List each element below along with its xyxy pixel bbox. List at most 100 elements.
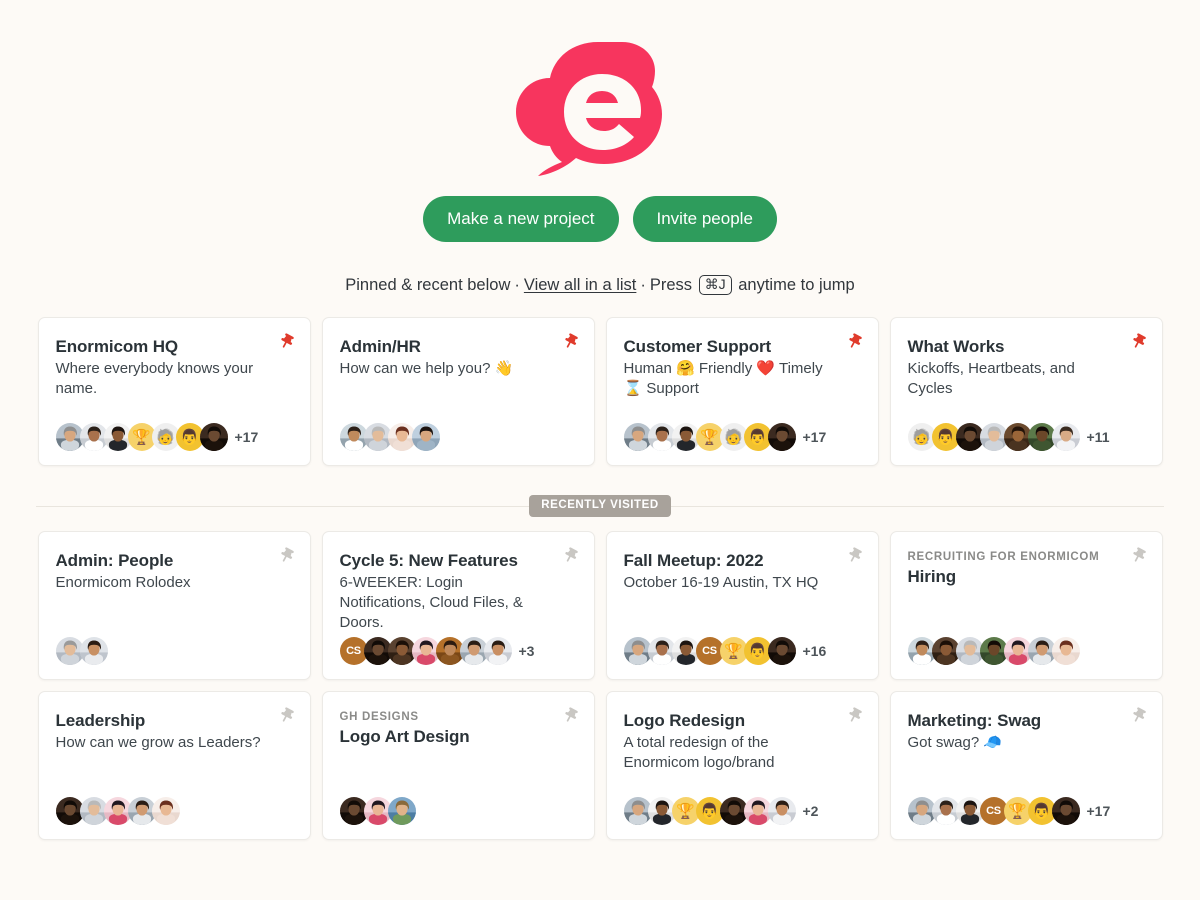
- avatar-stack: CS 🏆 👨 +17: [907, 797, 1145, 825]
- pin-glyph: [848, 333, 862, 348]
- card-title: Fall Meetup: 2022: [623, 551, 764, 570]
- project-card[interactable]: Leadership How can we grow as Leaders?: [37, 691, 311, 840]
- pin-glyph: [280, 547, 294, 562]
- pin-icon-active[interactable]: [277, 331, 297, 351]
- pin-icon[interactable]: [1129, 545, 1149, 565]
- make-new-project-button[interactable]: Make a new project: [423, 196, 619, 242]
- project-card[interactable]: Logo Redesign A total redesign of the Eno…: [605, 691, 879, 840]
- card-title: Marketing: Swag: [907, 711, 1042, 730]
- avatar-stack: [55, 637, 293, 665]
- avatar-photo: [1051, 637, 1080, 665]
- avatar-stack: [907, 637, 1145, 665]
- project-card[interactable]: Customer Support Human 🤗 Friendly ❤️ Time…: [605, 317, 879, 466]
- avatar-stack: [55, 797, 293, 825]
- avatar-photo: [483, 637, 512, 665]
- pin-glyph: [564, 707, 578, 722]
- anytime-to-jump-label: anytime to jump: [738, 276, 855, 294]
- recently-visited-label: RECENTLY VISITED: [529, 495, 671, 517]
- app-logo: [0, 0, 1200, 184]
- pin-glyph: [1132, 547, 1146, 562]
- separator-1: ·: [514, 276, 520, 294]
- card-title: Admin/HR: [339, 337, 421, 356]
- project-card[interactable]: Admin/HR How can we help you? 👋: [321, 317, 595, 466]
- avatar-photo: [1051, 423, 1080, 451]
- avatar-stack: [339, 797, 577, 825]
- card-title: Logo Redesign: [623, 711, 746, 730]
- avatar-photo: [79, 637, 108, 665]
- pin-icon[interactable]: [561, 545, 581, 565]
- pin-glyph: [848, 707, 862, 722]
- pin-icon[interactable]: [845, 705, 865, 725]
- avatar-overflow-count: +17: [1086, 803, 1111, 819]
- card-description: Kickoffs, Heartbeats, and Cycles: [907, 360, 1075, 397]
- pin-icon-active[interactable]: [1129, 331, 1149, 351]
- avatar-overflow-count: +16: [802, 643, 827, 659]
- avatar-stack: 🏆 👨 +2: [623, 797, 861, 825]
- card-description: Where everybody knows your name.: [55, 360, 254, 397]
- pin-glyph: [280, 707, 294, 722]
- pinned-projects-grid: Enormicom HQ Where everybody knows your n…: [0, 317, 1200, 466]
- card-eyebrow: RECRUITING FOR ENORMICOM: [907, 551, 1100, 563]
- jump-hint-line: Pinned & recent below · View all in a list…: [0, 275, 1200, 295]
- invite-people-button[interactable]: Invite people: [632, 196, 777, 242]
- pin-glyph: [1132, 707, 1146, 722]
- pin-icon-active[interactable]: [561, 331, 581, 351]
- avatar-stack: 🧓 👨 +11: [907, 423, 1145, 451]
- pin-icon[interactable]: [277, 545, 297, 565]
- view-all-in-list-link[interactable]: View all in a list: [524, 276, 637, 294]
- avatar-stack: CS 🏆 👨 +16: [623, 637, 861, 665]
- avatar-overflow-count: +3: [518, 643, 535, 659]
- avatar-photo: [767, 637, 796, 665]
- recent-projects-grid-row2: Leadership How can we grow as Leaders? GH …: [0, 691, 1200, 840]
- project-card[interactable]: Marketing: Swag Got swag? 🧢 CS 🏆 👨 +17: [889, 691, 1163, 840]
- pin-glyph: [564, 547, 578, 562]
- avatar-stack: 🏆 🧓 👨 +17: [55, 423, 293, 451]
- card-description: How can we grow as Leaders?: [55, 734, 261, 751]
- card-title: Cycle 5: New Features: [339, 551, 518, 570]
- pin-icon[interactable]: [277, 705, 297, 725]
- card-eyebrow: GH DESIGNS: [339, 711, 419, 723]
- card-description: Enormicom Rolodex: [55, 574, 191, 591]
- card-title: Hiring: [907, 567, 957, 586]
- avatar-photo: [767, 423, 796, 451]
- basecamp-cloud-e-logo: [516, 42, 662, 176]
- pin-glyph: [1132, 333, 1146, 348]
- card-description: 6-WEEKER: Login Notifications, Cloud Fil…: [339, 574, 523, 631]
- primary-actions: Make a new project Invite people: [0, 196, 1200, 242]
- project-card[interactable]: Fall Meetup: 2022 October 16-19 Austin, T…: [605, 531, 879, 680]
- avatar-stack: CS +3: [339, 637, 577, 665]
- avatar-overflow-count: +2: [802, 803, 819, 819]
- avatar-overflow-count: +11: [1086, 429, 1110, 445]
- card-description: Got swag? 🧢: [907, 734, 1003, 751]
- card-description: October 16-19 Austin, TX HQ: [623, 574, 819, 591]
- avatar-photo: [199, 423, 228, 451]
- avatar-stack: 🏆 🧓 👨 +17: [623, 423, 861, 451]
- card-description: A total redesign of the Enormicom logo/b…: [623, 734, 775, 771]
- avatar-photo: [767, 797, 796, 825]
- card-title: Logo Art Design: [339, 727, 470, 746]
- card-description: Human 🤗 Friendly ❤️ Timely ⌛ Support: [623, 360, 823, 397]
- pin-icon[interactable]: [1129, 705, 1149, 725]
- recently-visited-divider: RECENTLY VISITED: [36, 495, 1164, 517]
- project-card[interactable]: Admin: People Enormicom Rolodex: [37, 531, 311, 680]
- project-card[interactable]: RECRUITING FOR ENORMICOM Hiring: [889, 531, 1163, 680]
- card-description: How can we help you? 👋: [339, 360, 514, 377]
- pin-glyph: [280, 333, 294, 348]
- pin-icon-active[interactable]: [845, 331, 865, 351]
- avatar-photo: [387, 797, 416, 825]
- card-title: Admin: People: [55, 551, 174, 570]
- pinned-recent-text: Pinned & recent below: [345, 276, 511, 294]
- card-title: Leadership: [55, 711, 146, 730]
- project-card[interactable]: What Works Kickoffs, Heartbeats, and Cycl…: [889, 317, 1163, 466]
- project-card[interactable]: GH DESIGNS Logo Art Design: [321, 691, 595, 840]
- avatar-photo: [411, 423, 440, 451]
- pin-icon[interactable]: [561, 705, 581, 725]
- avatar-photo: [1051, 797, 1080, 825]
- separator-2: ·: [640, 276, 646, 294]
- pin-icon[interactable]: [845, 545, 865, 565]
- project-card[interactable]: Enormicom HQ Where everybody knows your n…: [37, 317, 311, 466]
- project-card[interactable]: Cycle 5: New Features 6-WEEKER: Login Not…: [321, 531, 595, 680]
- avatar-overflow-count: +17: [234, 429, 259, 445]
- recent-projects-grid-row1: Admin: People Enormicom Rolodex Cycle 5: N…: [0, 531, 1200, 680]
- pin-glyph: [848, 547, 862, 562]
